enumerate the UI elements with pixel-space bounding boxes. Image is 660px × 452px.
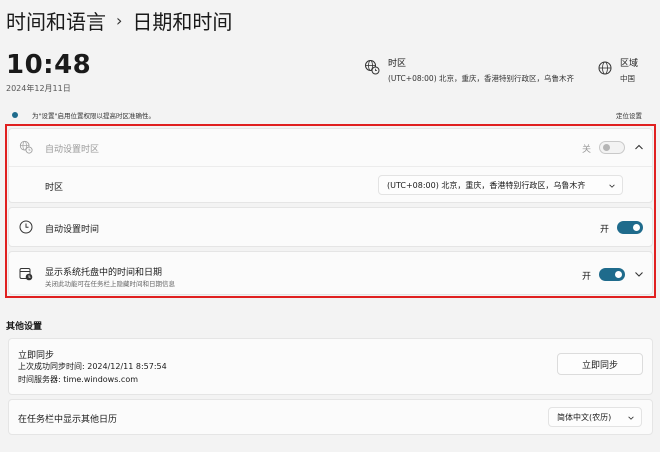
region-info: 区域 中国 <box>598 56 638 84</box>
sync-label: 立即同步 <box>18 351 55 361</box>
sync-now-button[interactable]: 立即同步 <box>557 353 643 375</box>
breadcrumb-current: 日期和时间 <box>132 9 233 34</box>
other-settings-title: 其他设置 <box>6 322 43 332</box>
last-sync-text: 上次成功同步时间: 2024/12/11 8:57:54 <box>18 362 167 371</box>
breadcrumb-parent[interactable]: 时间和语言 <box>6 6 106 35</box>
sync-card: 立即同步 上次成功同步时间: 2024/12/11 8:57:54 时间服务器:… <box>8 338 653 395</box>
timezone-info-title: 时区 <box>388 59 407 69</box>
globe-icon <box>598 61 612 75</box>
notice-text: 为"设置"启用位置权限以提高时区准确性。 <box>32 112 155 120</box>
region-info-title: 区域 <box>620 59 639 69</box>
breadcrumb-separator: › <box>116 10 123 30</box>
timezone-info-value: (UTC+08:00) 北京，重庆，香港特别行政区，乌鲁木齐 <box>388 74 575 83</box>
location-notice: 为"设置"启用位置权限以提高时区准确性。 定位设置 <box>12 109 642 121</box>
region-info-value: 中国 <box>620 74 635 83</box>
time-server-text: 时间服务器: time.windows.com <box>18 375 139 384</box>
calendar-dropdown[interactable]: 简体中文(农历) <box>548 407 642 427</box>
info-dot-icon <box>12 112 18 118</box>
current-time: 10:48 <box>6 50 92 80</box>
location-settings-link[interactable]: 定位设置 <box>616 110 642 120</box>
highlight-frame <box>5 124 656 298</box>
calendar-label: 在任务栏中显示其他日历 <box>18 415 118 425</box>
current-date: 2024年12月11日 <box>6 84 71 93</box>
timezone-info: 时区 (UTC+08:00) 北京，重庆，香港特别行政区，乌鲁木齐 <box>364 56 574 84</box>
calendar-card: 在任务栏中显示其他日历 简体中文(农历) <box>8 399 653 435</box>
timezone-globe-clock-icon <box>365 60 380 75</box>
breadcrumb: 时间和语言 › 日期和时间 <box>6 6 232 34</box>
chevron-down-icon <box>628 416 634 420</box>
calendar-selected: 简体中文(农历) <box>557 412 612 422</box>
